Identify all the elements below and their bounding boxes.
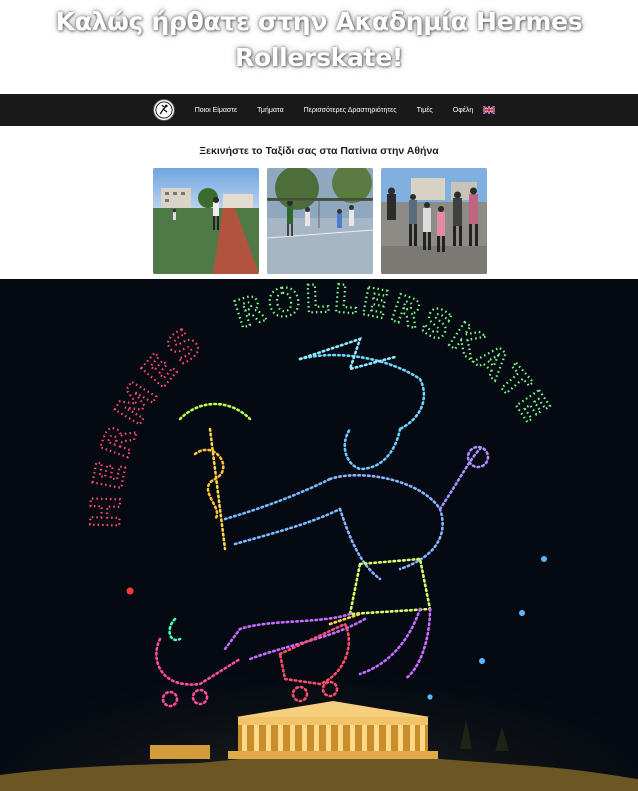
- gallery-photo-skating-court[interactable]: [267, 168, 373, 274]
- hermes-logo-icon[interactable]: [152, 99, 175, 121]
- hero-section: Καλώς ήρθατε στην Ακαδημία Hermes Roller…: [0, 0, 638, 94]
- intro-heading: Ξεκινήστε το Ταξίδι σας στα Πατίνια στην…: [199, 145, 439, 157]
- page-title-line-1: Καλώς ήρθατε στην Ακαδημία Hermes: [55, 7, 583, 36]
- uk-flag-icon[interactable]: [483, 106, 496, 114]
- nav-item-prices[interactable]: Τιμές: [417, 107, 433, 114]
- gallery-photo-skating-track[interactable]: [153, 168, 259, 274]
- photo-gallery: [153, 168, 487, 274]
- nav-item-classes[interactable]: Τμήματα: [257, 107, 283, 114]
- nav-inner: Ποιοι Είμαστε Τμήματα Περισσότερες Δραστ…: [152, 94, 496, 126]
- nav-item-benefits[interactable]: Οφέλη: [453, 107, 474, 114]
- page-title-line-2: Rollerskate!: [235, 43, 403, 72]
- drone-show-image: HERMES ROLLERSKATE: [0, 279, 638, 791]
- nav-item-activities[interactable]: Περισσότερες Δραστηριότητες: [304, 107, 397, 114]
- gallery-photo-group[interactable]: [381, 168, 487, 274]
- main-navbar: Ποιοι Είμαστε Τμήματα Περισσότερες Δραστ…: [0, 94, 638, 126]
- nav-item-about[interactable]: Ποιοι Είμαστε: [195, 107, 237, 114]
- page-title: Καλώς ήρθατε στην Ακαδημία Hermes Roller…: [0, 4, 638, 76]
- drone-show-banner: HERMES ROLLERSKATE: [0, 279, 638, 791]
